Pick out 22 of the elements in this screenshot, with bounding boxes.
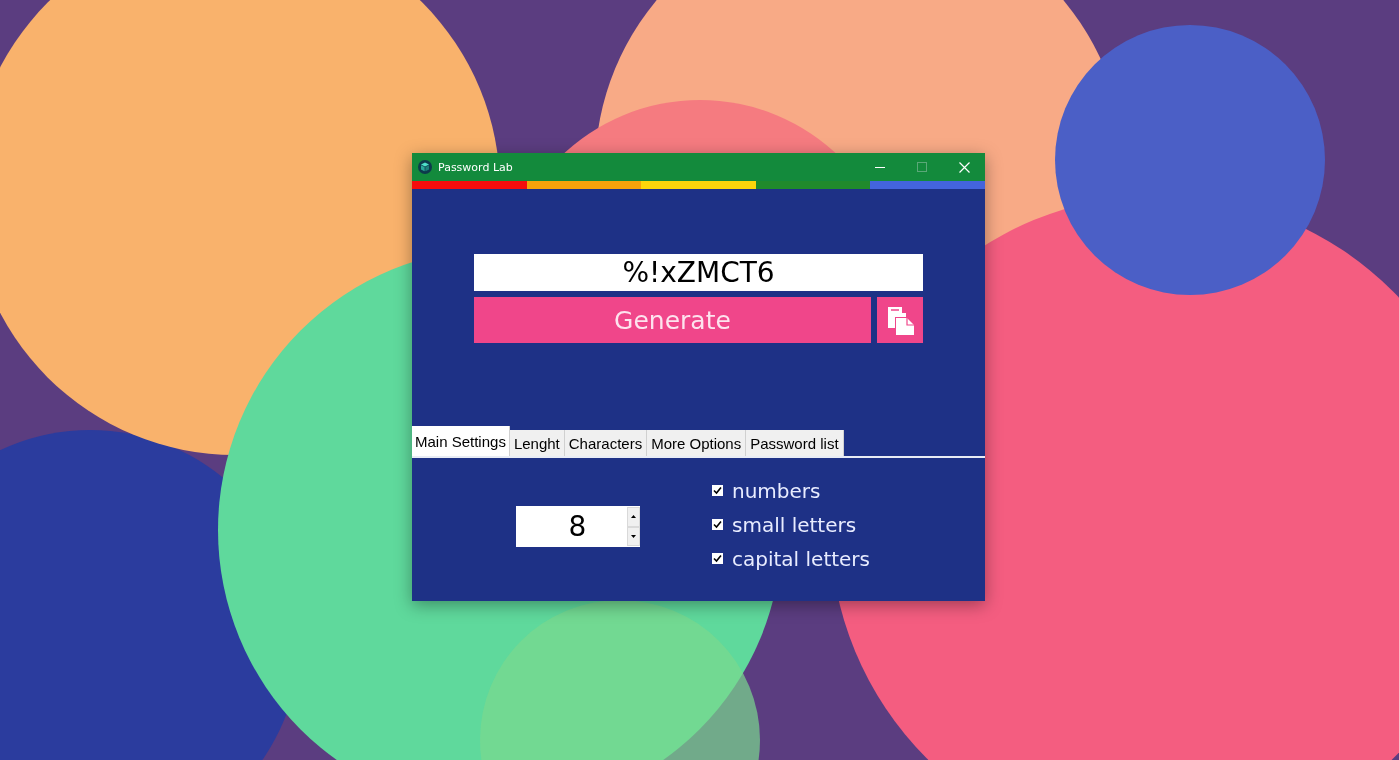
tab[interactable]: Characters: [564, 430, 648, 456]
option-label: numbers: [732, 478, 821, 503]
checkbox[interactable]: [712, 553, 723, 564]
tab[interactable]: Password list: [746, 430, 844, 456]
tab[interactable]: Lenght: [509, 430, 565, 456]
down-arrow-icon: [631, 534, 636, 538]
checkbox[interactable]: [712, 485, 723, 496]
up-arrow-icon: [631, 515, 636, 519]
tab[interactable]: More Options: [647, 430, 747, 456]
tab[interactable]: Main Settings: [412, 426, 510, 456]
length-value: 8: [567, 509, 588, 545]
length-spinner[interactable]: 8: [516, 506, 640, 547]
checkbox[interactable]: [712, 519, 723, 530]
increment-button[interactable]: [627, 507, 640, 527]
option-label: capital letters: [732, 546, 870, 571]
maximize-icon: [916, 161, 928, 173]
close-icon: [958, 161, 970, 173]
copy-button[interactable]: [877, 297, 923, 343]
option-label: small letters: [732, 512, 857, 537]
window-title: Password Lab: [438, 160, 514, 174]
password-field[interactable]: %!xZMCT6: [474, 254, 923, 291]
app-icon: [418, 160, 432, 174]
